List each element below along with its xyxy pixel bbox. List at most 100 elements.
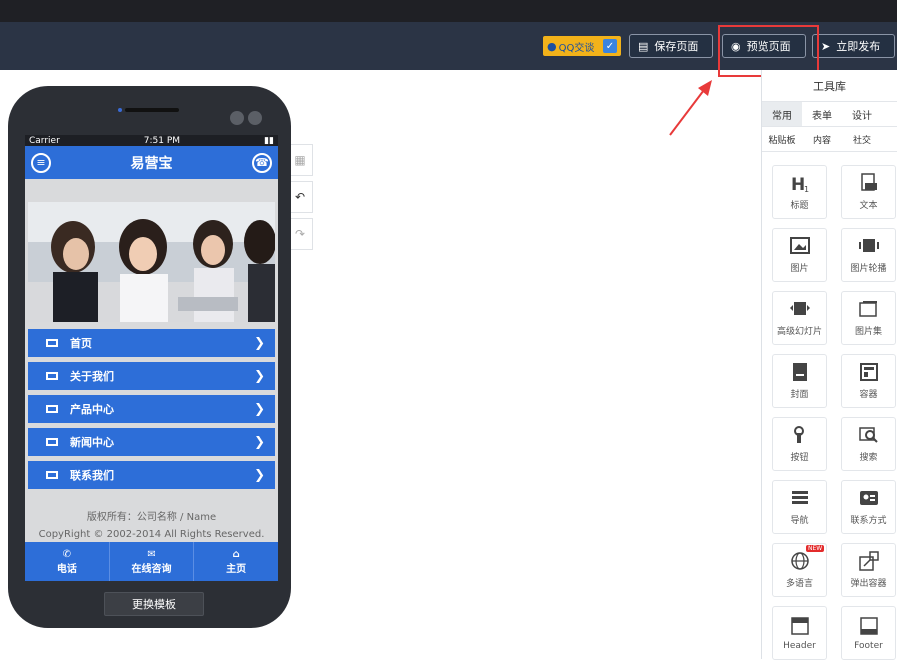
gallery-icon	[858, 299, 880, 319]
navigation-icon	[789, 488, 811, 508]
menu-item-news[interactable]: 新闻中心 ❯	[28, 428, 275, 456]
menu-icon[interactable]: ≡	[31, 152, 51, 173]
battery-icon: ▮▮	[264, 135, 274, 146]
copyright-block: 版权所有：公司名称 / Name CopyRight © 2002-2014 A…	[25, 509, 278, 543]
search-icon	[858, 425, 880, 445]
qq-chat-label: QQ交谈	[558, 42, 595, 54]
heading-icon: H1	[789, 173, 811, 193]
chat-icon: ✉	[147, 548, 156, 560]
menu-item-home[interactable]: 首页 ❯	[28, 329, 275, 357]
monitor-icon	[46, 471, 58, 479]
widget-gallery[interactable]: 图片集	[841, 291, 896, 345]
slideshow-icon	[789, 299, 811, 319]
contact-icon	[858, 488, 880, 508]
widget-label: 标题	[790, 201, 809, 211]
phone-call-icon[interactable]: ☎	[252, 152, 272, 173]
globe-icon	[789, 551, 811, 571]
tab-common[interactable]: 常用	[762, 102, 802, 126]
monitor-icon	[46, 405, 58, 413]
camera	[118, 108, 122, 112]
bottom-nav: ✆ 电话 ✉ 在线咨询 ⌂ 主页	[25, 542, 278, 581]
widget-heading[interactable]: H1 标题	[772, 165, 827, 219]
menu-item-about[interactable]: 关于我们 ❯	[28, 362, 275, 390]
chevron-right-icon: ❯	[254, 401, 265, 417]
menu-item-label: 产品中心	[70, 403, 114, 416]
panel-title: 工具库	[762, 70, 897, 102]
widget-text[interactable]: 文本	[841, 165, 896, 219]
qq-icon: ●	[547, 39, 557, 53]
home-icon: ⌂	[232, 548, 240, 560]
widget-search[interactable]: 搜索	[841, 417, 896, 471]
main-menu: 首页 ❯ 关于我们 ❯ 产品中心 ❯ 新闻中心 ❯ 联系我们 ❯	[28, 329, 275, 494]
widget-header[interactable]: Header	[772, 606, 827, 660]
widget-popup-container[interactable]: 弹出容器	[841, 543, 896, 597]
window-top-strip	[0, 0, 897, 22]
widget-multilanguage[interactable]: NEW 多语言	[772, 543, 827, 597]
bottom-nav-phone[interactable]: ✆ 电话	[25, 542, 110, 581]
widget-label: 图片集	[854, 327, 882, 337]
widget-cover[interactable]: 封面	[772, 354, 827, 408]
bottom-nav-label: 电话	[56, 563, 77, 575]
chevron-right-icon: ❯	[254, 335, 265, 351]
widget-label: 导航	[790, 516, 809, 526]
widget-label: 容器	[859, 390, 878, 400]
save-page-label: 保存页面	[654, 40, 699, 53]
widget-navigation[interactable]: 导航	[772, 480, 827, 534]
widget-image[interactable]: 图片	[772, 228, 827, 282]
publish-button[interactable]: ➤ 立即发布	[812, 34, 895, 58]
phone-screen: Carrier 7:51 PM ▮▮ ≡ 易营宝 ☎ 首页 ❯ 关于我们 ❯ 产…	[25, 135, 278, 581]
image-icon	[789, 236, 811, 256]
tab-social[interactable]: 社交	[842, 127, 882, 151]
qr-code-icon: ▦	[294, 153, 306, 167]
widget-label: Header	[783, 640, 816, 651]
chevron-right-icon: ❯	[254, 467, 265, 483]
header-icon	[789, 616, 811, 636]
phone-icon: ✆	[62, 548, 72, 560]
widget-label: 联系方式	[850, 516, 887, 526]
bottom-nav-label: 在线咨询	[131, 563, 172, 575]
qq-chat-button[interactable]: ● QQ交谈 ✓	[543, 36, 621, 56]
container-icon	[858, 362, 880, 382]
menu-item-label: 首页	[70, 337, 92, 350]
check-icon: ✓	[603, 39, 617, 53]
widget-label: 按钮	[790, 453, 809, 463]
widget-button[interactable]: 按钮	[772, 417, 827, 471]
publish-label: 立即发布	[836, 40, 881, 53]
menu-item-contact[interactable]: 联系我们 ❯	[28, 461, 275, 489]
tab-clipboard[interactable]: 粘贴板	[762, 127, 802, 151]
bottom-nav-label: 主页	[226, 563, 247, 575]
tab-content[interactable]: 内容	[802, 127, 842, 151]
widget-label: 图片	[790, 264, 809, 274]
status-time: 7:51 PM	[143, 135, 181, 146]
tab-design[interactable]: 设计	[842, 102, 882, 126]
widget-footer[interactable]: Footer	[841, 606, 896, 660]
tap-button-icon	[789, 425, 811, 445]
copyright-line: CopyRight © 2002-2014 All Rights Reserve…	[38, 529, 265, 540]
menu-item-products[interactable]: 产品中心 ❯	[28, 395, 275, 423]
monitor-icon	[46, 438, 58, 446]
widget-label: 多语言	[785, 579, 813, 589]
tab-form[interactable]: 表单	[802, 102, 842, 126]
widget-label: 文本	[859, 201, 878, 211]
widget-container[interactable]: 容器	[841, 354, 896, 408]
widget-image-carousel[interactable]: 图片轮播	[841, 228, 896, 282]
monitor-icon	[46, 372, 58, 380]
widget-contact[interactable]: 联系方式	[841, 480, 896, 534]
svg-text:1: 1	[804, 185, 809, 193]
text-file-icon	[858, 173, 880, 193]
chevron-right-icon: ❯	[254, 368, 265, 384]
widget-label: 搜索	[859, 453, 878, 463]
cover-icon	[789, 362, 811, 382]
redo-icon: ↷	[294, 227, 306, 241]
widget-label: 封面	[790, 390, 809, 400]
bottom-nav-consult[interactable]: ✉ 在线咨询	[110, 542, 195, 581]
widget-slideshow[interactable]: 高级幻灯片	[772, 291, 827, 345]
footer-icon	[858, 616, 880, 636]
carrier-label: Carrier	[29, 135, 60, 146]
monitor-icon	[46, 339, 58, 347]
change-template-button[interactable]: 更换模板	[104, 592, 204, 616]
tool-library-panel: 工具库 常用 表单 设计 粘贴板 内容 社交 H1 标题 文本 图片 图片轮播 …	[761, 70, 897, 660]
save-page-button[interactable]: ▤ 保存页面	[629, 34, 713, 58]
speaker	[125, 108, 179, 112]
bottom-nav-home[interactable]: ⌂ 主页	[194, 542, 278, 581]
